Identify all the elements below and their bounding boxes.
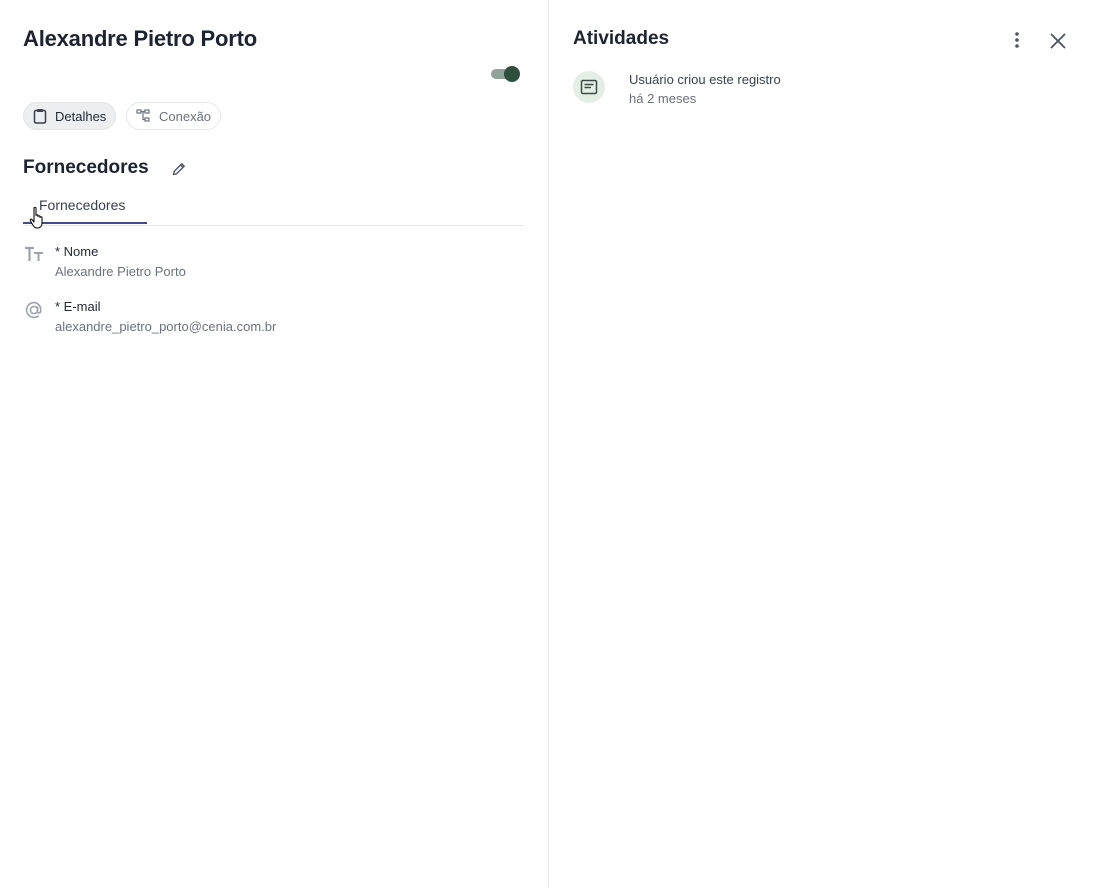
tab-detalhes-label: Detalhes [55,108,107,124]
toggle-knob [504,66,520,82]
more-vertical-icon [1015,32,1019,48]
record-detail-panel: Alexandre Pietro Porto Detalhes Conexão … [0,0,548,888]
text-type-icon [25,246,43,261]
record-title: Alexandre Pietro Porto [23,26,257,51]
field-nome: * Nome Alexandre Pietro Porto [23,244,523,288]
field-email: * E-mail alexandre_pietro_porto@cenia.co… [23,299,523,343]
pencil-icon [172,163,185,176]
clipboard-icon [33,109,47,124]
tab-divider [23,225,524,226]
activity-item: Usuário criou este registro há 2 meses [573,71,1063,111]
at-sign-icon [25,301,42,319]
activities-title: Atividades [573,28,670,49]
tab-fornecedores[interactable]: Fornecedores [23,196,147,224]
close-icon [1050,33,1066,49]
activity-timestamp: há 2 meses [629,91,697,106]
record-status-toggle[interactable] [490,66,520,82]
field-email-label: * E-mail [55,299,101,314]
activity-avatar [573,71,605,103]
field-nome-value: Alexandre Pietro Porto [55,264,186,279]
hierarchy-icon [136,109,150,122]
more-options-button[interactable] [1007,30,1027,50]
activity-description: Usuário criou este registro [629,72,781,87]
tab-fornecedores-label: Fornecedores [39,197,126,213]
field-nome-label: * Nome [55,244,99,259]
field-email-value: alexandre_pietro_porto@cenia.com.br [55,319,277,334]
note-icon [580,79,598,95]
tab-conexao[interactable]: Conexão [126,102,222,130]
section-title: Fornecedores [23,157,149,178]
activities-panel: Atividades Usuário criou este registro h… [549,0,1098,888]
edit-section-button[interactable] [169,159,189,179]
tab-conexao-label: Conexão [159,108,212,124]
tab-detalhes[interactable]: Detalhes [23,102,117,130]
active-tab-indicator [23,222,147,224]
close-button[interactable] [1047,30,1069,52]
